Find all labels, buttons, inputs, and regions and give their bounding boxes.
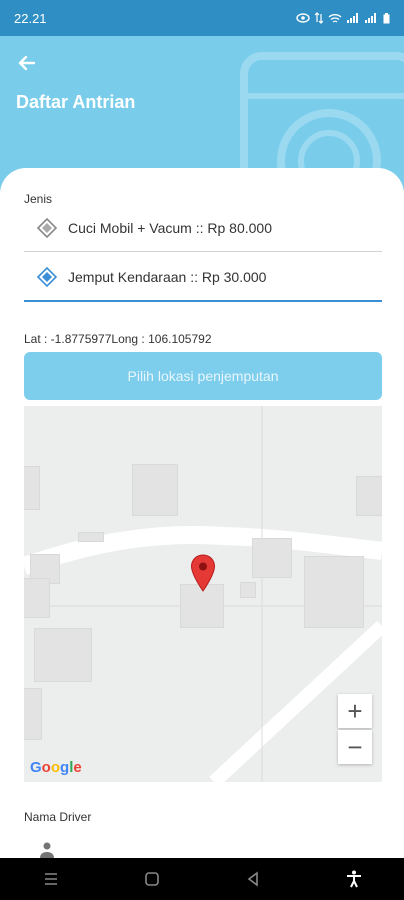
location-pin-icon	[190, 554, 216, 592]
driver-label: Nama Driver	[24, 810, 92, 824]
accessibility-button[interactable]	[339, 864, 369, 894]
map-building	[252, 538, 292, 578]
pick-location-button[interactable]: Pilih lokasi penjemputan	[24, 352, 382, 400]
map-building	[240, 582, 256, 598]
arrow-left-icon	[18, 55, 36, 71]
option-jemput-kendaraan[interactable]: Jemput Kendaraan :: Rp 30.000	[24, 254, 382, 302]
wifi-icon	[328, 13, 342, 23]
status-icons	[296, 12, 390, 24]
map-building	[132, 464, 178, 516]
google-logo: Google	[30, 759, 82, 776]
back-nav-button[interactable]	[238, 864, 268, 894]
menu-lines-icon	[44, 873, 57, 885]
map-view[interactable]: + − Google	[24, 406, 382, 782]
triangle-back-icon	[247, 871, 258, 887]
page-title: Daftar Antrian	[16, 92, 136, 112]
recent-apps-button[interactable]	[36, 864, 66, 894]
map-building	[304, 556, 364, 628]
option-label: Cuci Mobil + Vacum :: Rp 80.000	[68, 219, 273, 236]
map-building	[24, 688, 42, 740]
home-button[interactable]	[137, 864, 167, 894]
map-building	[356, 476, 382, 516]
accessibility-icon	[346, 870, 361, 888]
map-building	[78, 532, 104, 542]
map-building	[24, 466, 40, 510]
map-building	[24, 578, 50, 618]
home-square-icon	[144, 872, 159, 886]
zoom-in-button[interactable]: +	[338, 694, 372, 728]
map-building	[34, 628, 92, 682]
status-bar: 22.21	[0, 0, 404, 36]
signal-icon-2	[365, 13, 376, 23]
coordinates-text: Lat : -1.8775977Long : 106.105792	[24, 332, 212, 346]
person-icon	[40, 842, 54, 858]
option-cuci-mobil[interactable]: Cuci Mobil + Vacum :: Rp 80.000	[24, 204, 382, 252]
status-time: 22.21	[14, 10, 47, 26]
option-label: Jemput Kendaraan :: Rp 30.000	[68, 269, 267, 285]
back-button[interactable]	[14, 50, 40, 76]
eye-icon	[296, 13, 310, 23]
tag-icon	[36, 217, 58, 239]
zoom-out-button[interactable]: −	[338, 730, 372, 764]
data-arrows-icon	[315, 12, 323, 24]
signal-icon	[347, 13, 358, 23]
tag-icon	[36, 266, 58, 288]
system-nav-bar	[0, 858, 404, 900]
battery-icon	[383, 12, 390, 23]
